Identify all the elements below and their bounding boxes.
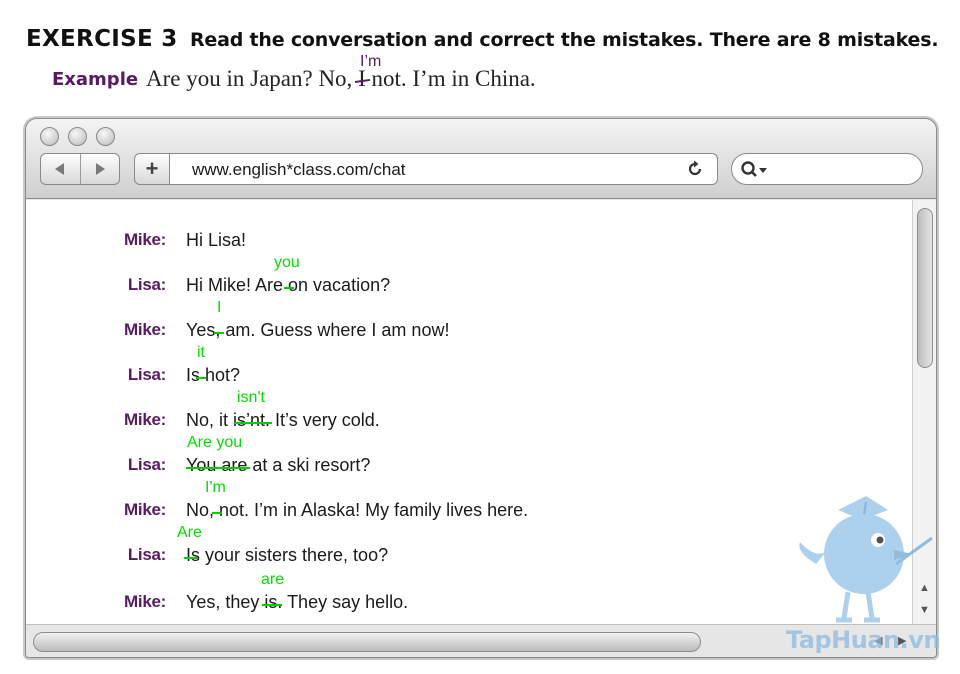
message-text: No, not. I’m in Alaska! My family lives …: [186, 500, 529, 520]
correction-text: it: [197, 344, 205, 361]
example-text-before: Are you in Japan? No,: [146, 66, 359, 91]
message-text: Yes, am. Guess where I am now!: [186, 320, 450, 340]
example-correction: I’m: [360, 53, 382, 70]
message-text: You are at a ski resort?: [186, 455, 371, 475]
url-text: www.english*class.com/chat: [192, 160, 406, 179]
message-text: Yes, they is. They say hello.: [186, 592, 409, 612]
new-tab-button[interactable]: +: [134, 153, 170, 185]
forward-arrow-icon: [95, 163, 105, 175]
watermark-text: TapHuan.vn: [786, 626, 940, 654]
chat-message: Lisa: You are at a ski resort? Are you: [26, 434, 896, 485]
horizontal-scroll-thumb[interactable]: [33, 632, 701, 652]
speaker-name: Lisa:: [127, 455, 166, 474]
speaker-name: Lisa:: [127, 545, 166, 564]
chat-message: Lisa: Is your sisters there, too? Are: [26, 524, 896, 575]
exercise-title: EXERCISE 3: [26, 26, 178, 52]
chat-content: Mike: Hi Lisa! Lisa: Hi Mike! Are on vacati…: [26, 200, 912, 624]
chat-message: Lisa: Hi Mike! Are on vacation? you: [26, 254, 896, 305]
chat-message: Lisa: Is hot? it: [26, 344, 896, 395]
correction-strike-mark: [284, 287, 294, 289]
correction-strike-mark: [212, 512, 222, 514]
chat-message: Mike: No, not. I’m in Alaska! My family l…: [26, 479, 896, 530]
correction-text: Are: [177, 524, 202, 541]
example-label: Example: [52, 69, 139, 90]
address-bar[interactable]: www.english*class.com/chat: [170, 153, 718, 185]
forward-button[interactable]: [79, 154, 120, 184]
search-input[interactable]: [731, 153, 923, 185]
correction-text: isn't: [237, 389, 265, 406]
chat-message: Mike: Yes, am. Guess where I am now! I: [26, 299, 896, 350]
speaker-name: Mike:: [124, 230, 166, 249]
message-text: Is your sisters there, too?: [186, 545, 389, 565]
correction-text: Are you: [187, 434, 243, 451]
correction-text: you: [274, 254, 300, 271]
speaker-name: Lisa:: [127, 365, 166, 384]
chat-message: Mike: Hi Lisa!: [26, 230, 896, 260]
browser-toolbar: + www.english*class.com/chat: [26, 119, 936, 199]
correction-text: I: [217, 299, 222, 316]
speaker-name: Lisa:: [127, 275, 166, 294]
example-sentence: Are you in Japan? No, I not. I’m in Chin…: [146, 66, 536, 92]
exercise-instruction: Read the conversation and correct the mi…: [190, 29, 939, 51]
speaker-name: Mike:: [124, 410, 166, 429]
correction-text: are: [261, 571, 285, 588]
speaker-name: Mike:: [124, 592, 166, 611]
speaker-name: Mike:: [124, 320, 166, 339]
correction-strike-mark: [262, 604, 282, 606]
message-text: Is hot?: [186, 365, 241, 385]
chat-message: Mike: Yes, they is. They say hello. are: [26, 571, 896, 622]
nav-buttons: [40, 153, 120, 185]
message-text: Hi Lisa!: [186, 230, 247, 250]
correction-text: I'm: [205, 479, 226, 496]
correction-strike-mark: [186, 467, 250, 469]
vertical-scroll-thumb[interactable]: [917, 208, 933, 368]
search-icon: [741, 161, 767, 177]
chat-message: Mike: No, it is’nt. It’s very cold. isn't: [26, 389, 896, 440]
correction-strike-mark: [184, 557, 198, 559]
window-minimize-button[interactable]: [68, 127, 87, 146]
window-zoom-button[interactable]: [96, 127, 115, 146]
back-button[interactable]: [41, 154, 80, 184]
example-text-after: not. I’m in China.: [365, 66, 536, 91]
correction-strike-mark: [234, 422, 272, 424]
reload-icon[interactable]: [685, 159, 705, 179]
bird-mascot-icon: [799, 496, 933, 623]
speaker-name: Mike:: [124, 500, 166, 519]
message-text: Hi Mike! Are on vacation?: [186, 275, 391, 295]
message-text: No, it is’nt. It’s very cold.: [186, 410, 380, 430]
window-close-button[interactable]: [40, 127, 59, 146]
back-arrow-icon: [55, 163, 65, 175]
correction-strike-mark: [196, 377, 206, 379]
correction-strike-mark: [214, 332, 224, 334]
